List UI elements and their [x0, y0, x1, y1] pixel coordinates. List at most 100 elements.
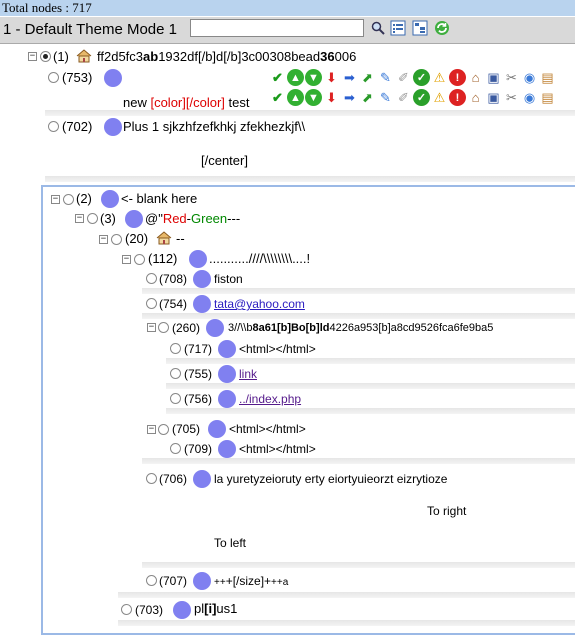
- action-icons-row: ✔ ▲ ▼ ⬇ ➡ ⬈ ✎ ✐ ✓ ⚠ ! ⌂ ▣ ✂ ◉ ▤: [269, 69, 556, 86]
- node-radio[interactable]: [146, 298, 157, 309]
- eye-icon[interactable]: ◉: [521, 89, 538, 106]
- tag-icon[interactable]: ✎: [377, 69, 394, 86]
- down-circle-icon[interactable]: ▼: [305, 69, 322, 86]
- refresh-icon[interactable]: [434, 20, 450, 36]
- node-radio[interactable]: [48, 72, 59, 83]
- node-bubble[interactable]: [193, 470, 211, 488]
- warning-icon[interactable]: ⚠: [431, 69, 448, 86]
- node-title-260: 3//\\b8a61[b]Bo[b]ld4226a953[b]a8cd9526f…: [228, 322, 494, 334]
- node-bubble[interactable]: [218, 390, 236, 408]
- node-link[interactable]: link: [239, 366, 257, 382]
- node-radio[interactable]: [40, 51, 51, 62]
- collapse-toggle[interactable]: −: [99, 235, 108, 244]
- node-radio[interactable]: [158, 322, 169, 333]
- ok-icon[interactable]: ✓: [413, 69, 430, 86]
- node-radio[interactable]: [170, 443, 181, 454]
- node-radio[interactable]: [158, 424, 169, 435]
- down-arrow-icon[interactable]: ⬇: [323, 89, 340, 106]
- search-icon[interactable]: [370, 20, 386, 36]
- down-circle-icon[interactable]: ▼: [305, 89, 322, 106]
- node-number: (112): [148, 251, 178, 266]
- node-radio[interactable]: [170, 393, 181, 404]
- node-radio[interactable]: [111, 234, 122, 245]
- row-separator: [166, 383, 575, 389]
- tree-view-icon[interactable]: [412, 20, 428, 36]
- node-radio[interactable]: [121, 604, 132, 615]
- stop-icon[interactable]: !: [449, 69, 466, 86]
- node-number: (2): [76, 191, 92, 206]
- node-title-708: fiston: [214, 272, 243, 286]
- node-bubble[interactable]: [193, 270, 211, 288]
- node-link[interactable]: ../index.php: [239, 391, 301, 407]
- node-bubble[interactable]: [104, 118, 122, 136]
- node-bubble[interactable]: [125, 210, 143, 228]
- node-number: (3): [100, 211, 116, 226]
- node-text-center: [/center]: [201, 153, 248, 168]
- node-number: (705): [172, 422, 201, 436]
- right-arrow-icon[interactable]: ➡: [341, 69, 358, 86]
- warning-icon[interactable]: ⚠: [431, 89, 448, 106]
- node-title-702: Plus 1 sjkzhfzefkhkj zfekhezkjf\\: [123, 119, 306, 134]
- tag-icon[interactable]: ✎: [377, 89, 394, 106]
- check-icon[interactable]: ✔: [269, 89, 286, 106]
- node-bubble[interactable]: [208, 420, 226, 438]
- node-bubble[interactable]: [218, 365, 236, 383]
- node-radio[interactable]: [170, 368, 181, 379]
- node-number: (755): [184, 367, 213, 381]
- row-separator: [45, 110, 575, 116]
- node-bubble[interactable]: [218, 340, 236, 358]
- collapse-toggle[interactable]: −: [28, 52, 37, 61]
- node-radio[interactable]: [134, 254, 145, 265]
- node-title-20: --: [176, 231, 185, 246]
- stop-icon[interactable]: !: [449, 89, 466, 106]
- node-bubble[interactable]: [104, 69, 122, 87]
- paste-icon[interactable]: ▤: [539, 89, 556, 106]
- collapse-toggle[interactable]: −: [75, 214, 84, 223]
- list-view-icon[interactable]: [390, 20, 406, 36]
- paste-icon[interactable]: ▤: [539, 69, 556, 86]
- node-bubble[interactable]: [193, 572, 211, 590]
- node-bubble[interactable]: [101, 190, 119, 208]
- save-icon[interactable]: ▣: [485, 89, 502, 106]
- node-bubble[interactable]: [173, 601, 191, 619]
- right-arrow-icon[interactable]: ➡: [341, 89, 358, 106]
- node-radio[interactable]: [63, 194, 74, 205]
- collapse-toggle[interactable]: −: [51, 195, 60, 204]
- search-input[interactable]: [190, 19, 364, 37]
- down-arrow-icon[interactable]: ⬇: [323, 69, 340, 86]
- cut-icon[interactable]: ✂: [503, 89, 520, 106]
- node-bubble[interactable]: [189, 250, 207, 268]
- node-number: (754): [159, 297, 188, 311]
- node-radio[interactable]: [146, 473, 157, 484]
- node-number: (717): [184, 342, 213, 356]
- up-circle-icon[interactable]: ▲: [287, 89, 304, 106]
- collapse-toggle[interactable]: −: [122, 255, 131, 264]
- node-radio[interactable]: [146, 273, 157, 284]
- collapse-toggle[interactable]: −: [147, 425, 156, 434]
- node-number: (708): [159, 272, 188, 286]
- node-radio[interactable]: [48, 121, 59, 132]
- cut-icon[interactable]: ✂: [503, 69, 520, 86]
- node-radio[interactable]: [146, 575, 157, 586]
- node-number: (1): [53, 49, 69, 64]
- pencil-icon[interactable]: ✐: [395, 89, 412, 106]
- node-radio[interactable]: [170, 343, 181, 354]
- up-circle-icon[interactable]: ▲: [287, 69, 304, 86]
- save-icon[interactable]: ▣: [485, 69, 502, 86]
- eye-icon[interactable]: ◉: [521, 69, 538, 86]
- node-bubble[interactable]: [193, 295, 211, 313]
- node-bubble[interactable]: [218, 440, 236, 458]
- ok-icon[interactable]: ✓: [413, 89, 430, 106]
- collapse-toggle[interactable]: −: [147, 323, 156, 332]
- home-icon: [76, 49, 92, 63]
- up-right-arrow-icon[interactable]: ⬈: [359, 69, 376, 86]
- node-title-709: <html></html>: [239, 442, 316, 456]
- node-email-link[interactable]: tata@yahoo.com: [214, 296, 305, 312]
- node-radio[interactable]: [87, 213, 98, 224]
- pencil-icon[interactable]: ✐: [395, 69, 412, 86]
- home-icon[interactable]: ⌂: [467, 89, 484, 106]
- check-icon[interactable]: ✔: [269, 69, 286, 86]
- node-bubble[interactable]: [206, 319, 224, 337]
- home-icon[interactable]: ⌂: [467, 69, 484, 86]
- up-right-arrow-icon[interactable]: ⬈: [359, 89, 376, 106]
